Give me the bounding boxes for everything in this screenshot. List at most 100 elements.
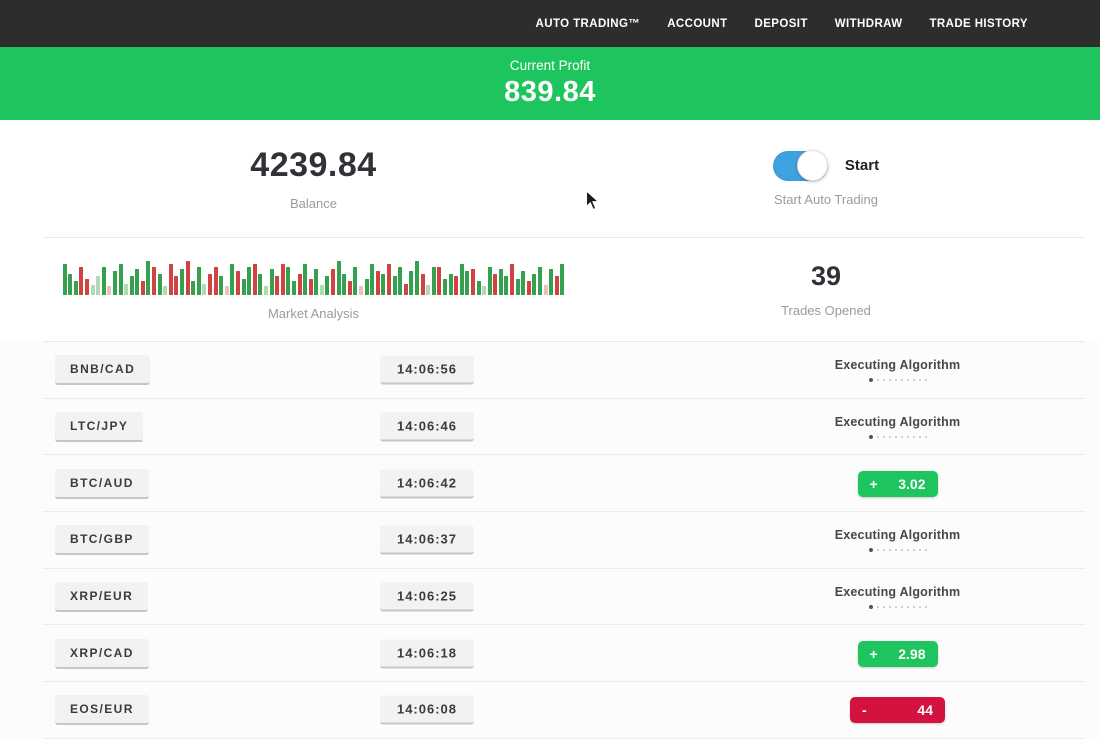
trade-result-badge: +2.98 [858,641,938,667]
chart-bar [303,264,307,295]
chart-bar [202,284,206,295]
nav-item[interactable]: WITHDRAW [835,18,903,30]
pair-badge[interactable]: BTC/GBP [55,525,149,555]
time-badge[interactable]: 14:06:42 [380,469,474,498]
progress-dot [913,606,915,608]
pair-badge[interactable]: XRP/CAD [55,639,149,669]
progress-dot [869,548,873,552]
progress-dot [901,436,903,438]
trade-row: XRP/CAD 14:06:18 +2.98 [0,625,1100,682]
chart-bar [314,269,318,295]
pair-badge[interactable]: BNB/CAD [55,355,150,385]
trade-row: EOS/EUR 14:06:08 -44 [0,682,1100,739]
progress-dot [883,549,885,551]
chart-bar [197,267,201,295]
time-badge[interactable]: 14:06:56 [380,356,474,385]
progress-dot [901,379,903,381]
chart-bar [482,286,486,295]
progress-dot [877,436,879,438]
progress-dot [889,549,891,551]
chart-bar [320,285,324,295]
executing-algorithm-label: Executing Algorithm [790,358,1005,372]
chart-bar [135,269,139,295]
pair-badge[interactable]: LTC/JPY [55,412,143,442]
progress-dot [901,549,903,551]
progress-dot [901,606,903,608]
trade-row: BTC/AUD 14:06:42 +3.02 [0,455,1100,512]
chart-bar [141,281,145,295]
balance-label: Balance [290,196,337,211]
progress-dot [907,436,909,438]
trade-status: Executing Algorithm [790,358,1005,382]
pair-badge[interactable]: EOS/EUR [55,695,149,725]
chart-bar [298,274,302,295]
trade-status: +2.98 [790,641,1005,667]
result-value: 44 [917,702,933,718]
chart-bar [504,276,508,295]
chart-bar [415,261,419,295]
nav-item[interactable]: TRADE HISTORY [930,18,1029,30]
pair-badge[interactable]: XRP/EUR [55,582,148,612]
executing-algorithm-label: Executing Algorithm [790,585,1005,599]
progress-dot [907,606,909,608]
chart-bar [146,261,150,295]
chart-bar [152,267,156,295]
pair-badge[interactable]: BTC/AUD [55,469,149,499]
chart-bar [225,286,229,295]
top-nav: AUTO TRADING™ ACCOUNT DEPOSIT WITHDRAW T… [0,0,1100,47]
progress-dot [883,606,885,608]
chart-bar [516,279,520,295]
progress-dot [895,379,897,381]
chart-bar [376,271,380,295]
trade-row: BNB/CAD 14:06:56 Executing Algorithm [0,342,1100,399]
progress-dot [919,436,921,438]
chart-bar [404,284,408,295]
chart-bar [387,264,391,295]
chart-bar [292,281,296,295]
chart-bar [63,264,67,295]
nav-item[interactable]: DEPOSIT [755,18,808,30]
chart-bar [365,279,369,295]
progress-dot [877,549,879,551]
time-badge[interactable]: 14:06:37 [380,526,474,555]
chart-bar [119,264,123,295]
trade-result-badge: +3.02 [858,471,938,497]
chart-bar [219,276,223,295]
time-badge[interactable]: 14:06:08 [380,696,474,725]
result-sign: + [870,646,878,662]
result-sign: + [870,476,878,492]
chart-bar [370,264,374,295]
auto-trading-toggle[interactable] [773,151,828,181]
chart-bar [499,269,503,295]
trade-status: Executing Algorithm [790,585,1005,609]
progress-dot [877,606,879,608]
progress-dot [919,379,921,381]
progress-dot [913,379,915,381]
progress-dot [889,606,891,608]
executing-algorithm-label: Executing Algorithm [790,415,1005,429]
time-badge[interactable]: 14:06:46 [380,413,474,442]
chart-bar [91,285,95,295]
balance-value: 4239.84 [250,146,376,185]
nav-item[interactable]: ACCOUNT [667,18,727,30]
time-badge[interactable]: 14:06:18 [380,639,474,668]
progress-dot [907,549,909,551]
chart-bar [68,274,72,295]
nav-item[interactable]: AUTO TRADING™ [536,18,641,30]
progress-dot [913,549,915,551]
chart-bar [353,267,357,295]
chart-bar [96,276,100,295]
trade-row: BTC/GBP 14:06:37 Executing Algorithm [0,512,1100,569]
chart-bar [113,271,117,295]
chart-bar [477,281,481,295]
progress-dot [869,435,873,439]
stats-row-market: Market Analysis 39 Trades Opened [0,238,1100,341]
chart-bar [421,274,425,295]
trades-opened-value: 39 [811,261,841,292]
trades-table: BNB/CAD 14:06:56 Executing Algorithm LTC… [0,342,1100,739]
time-badge[interactable]: 14:06:25 [380,583,474,612]
chart-bar [180,269,184,295]
chart-bar [208,274,212,295]
progress-dot [925,606,927,608]
chart-bar [85,279,89,295]
